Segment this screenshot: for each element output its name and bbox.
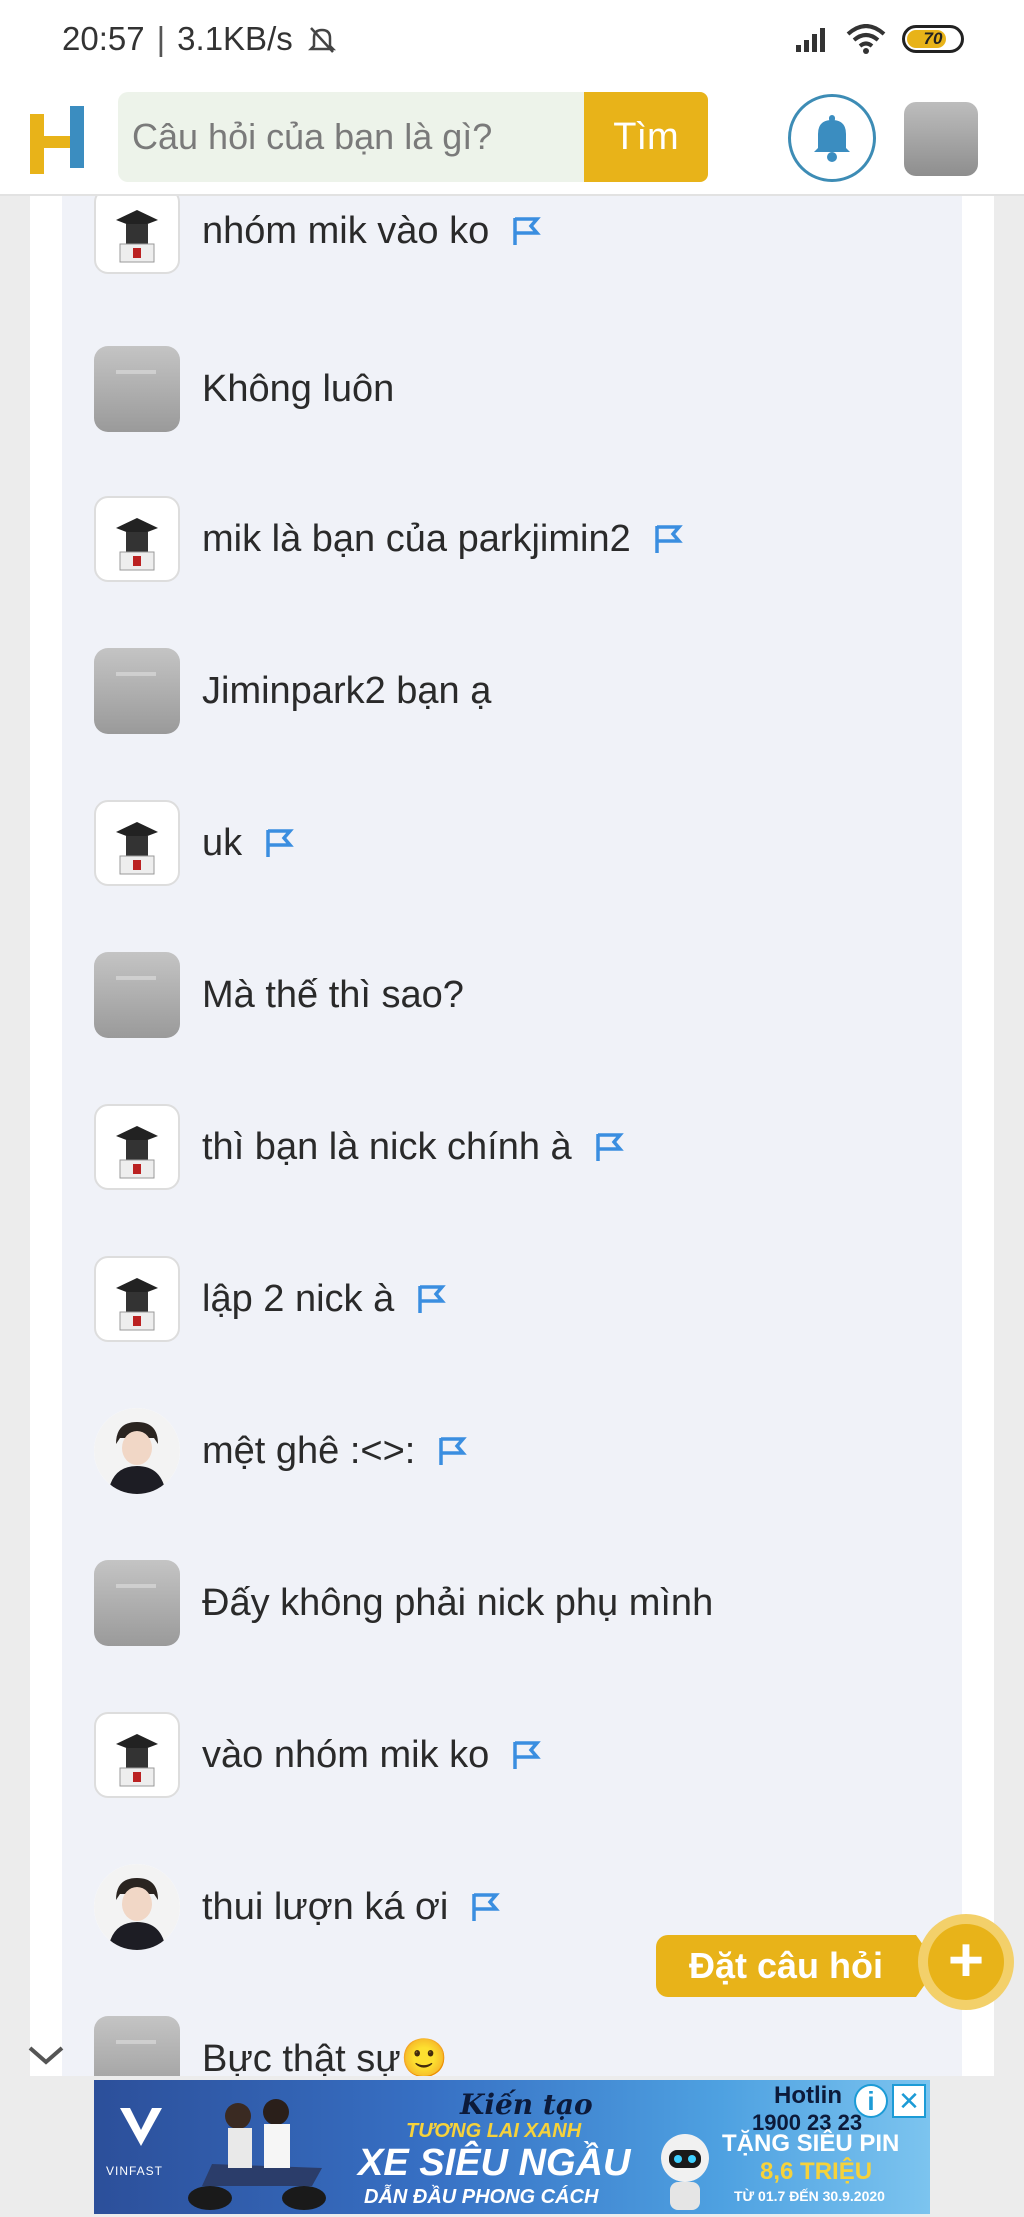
report-flag-icon[interactable]	[653, 523, 683, 555]
report-flag-icon[interactable]	[511, 215, 542, 247]
ad-banner[interactable]: VINFAST Kiến tạo TƯƠNG LAI XANH XE SIÊU …	[94, 2080, 930, 2214]
comment-text: thì bạn là nick chính à	[202, 1125, 572, 1168]
ad-brand: VINFAST	[106, 2164, 164, 2178]
status-left: 20:57 | 3.1KB/s	[62, 20, 338, 58]
avatar-drawing-icon	[116, 1278, 158, 1331]
comment-item: Đấy không phải nick phụ mình	[94, 1560, 713, 1646]
avatar-photo-icon	[94, 1864, 180, 1950]
avatar[interactable]	[94, 2016, 180, 2076]
status-separator: |	[156, 20, 166, 57]
comment-text: nhóm mik vào ko	[202, 209, 490, 252]
search-button[interactable]: Tìm	[584, 92, 708, 182]
battery-level: 70	[923, 29, 943, 48]
report-flag-icon[interactable]	[511, 1739, 542, 1771]
vinfast-logo-icon	[120, 2108, 162, 2146]
status-network-speed: 3.1KB/s	[177, 20, 293, 57]
comment-text: mệt ghê :<>:	[202, 1429, 416, 1472]
comment-item: nhóm mik vào ko	[94, 196, 542, 274]
report-flag-icon[interactable]	[264, 827, 294, 859]
avatar-drawing-icon	[116, 1126, 158, 1179]
comment-text: mik là bạn của parkjimin2	[202, 517, 631, 560]
avatar-drawing-icon	[116, 1734, 158, 1787]
avatar[interactable]	[94, 1864, 180, 1950]
search-input[interactable]: Câu hỏi của bạn là gì?	[118, 92, 584, 182]
robot-mascot-icon	[661, 2134, 709, 2210]
avatar[interactable]	[94, 1408, 180, 1494]
avatar[interactable]	[94, 800, 180, 886]
ad-controls: i ✕	[854, 2084, 926, 2118]
ad-headline: XE SIÊU NGẦU	[358, 2142, 631, 2184]
comment-text: Đấy không phải nick phụ mình	[202, 1581, 714, 1624]
comment-text: uk	[202, 821, 243, 864]
comment-item: thui lượn ká ơi	[94, 1864, 501, 1950]
comment-item: Bực thật sự🙂	[94, 2016, 448, 2076]
wifi-icon	[846, 24, 886, 54]
comment-item: vào nhóm mik ko	[94, 1712, 542, 1798]
comment-text: Jiminpark2 bạn ạ	[202, 669, 492, 712]
comment-item: Jiminpark2 bạn ạ	[94, 648, 491, 734]
notifications-button[interactable]	[788, 94, 876, 182]
comment-text: Không luôn	[202, 367, 395, 410]
ask-question-button[interactable]: +	[918, 1914, 1014, 2010]
chevron-down-icon[interactable]	[24, 2040, 68, 2070]
avatar[interactable]	[94, 1560, 180, 1646]
avatar-drawing-icon	[116, 210, 158, 263]
report-flag-icon[interactable]	[437, 1435, 468, 1467]
comment-item: thì bạn là nick chính à	[94, 1104, 624, 1190]
ad-close-icon[interactable]: ✕	[892, 2084, 926, 2118]
notification-muted-icon	[307, 27, 336, 53]
comment-item: lập 2 nick à	[94, 1256, 447, 1342]
scooter-riders-icon	[188, 2099, 326, 2210]
battery-icon: 70	[902, 25, 964, 53]
ad-subtitle: TƯƠNG LAI XANH	[406, 2120, 582, 2142]
avatar[interactable]	[94, 952, 180, 1038]
avatar[interactable]	[94, 648, 180, 734]
avatar[interactable]	[94, 1712, 180, 1798]
comment-item: mệt ghê :<>:	[94, 1408, 468, 1494]
app-header: Câu hỏi của bạn là gì? Tìm	[0, 86, 1024, 196]
ad-hotline-label: Hotlin	[774, 2082, 842, 2109]
user-avatar[interactable]	[904, 102, 978, 176]
comment-item: uk	[94, 800, 294, 886]
comment-thread: nhóm mik vào ko Không luôn mik là bạn củ…	[62, 196, 962, 2076]
avatar[interactable]	[94, 1104, 180, 1190]
comment-text: lập 2 nick à	[202, 1277, 395, 1320]
status-time: 20:57	[62, 20, 145, 57]
comment-item: Không luôn	[94, 346, 394, 432]
status-bar: 20:57 | 3.1KB/s 70	[0, 0, 1024, 86]
avatar[interactable]	[94, 496, 180, 582]
avatar-drawing-icon	[116, 518, 158, 571]
report-flag-icon[interactable]	[594, 1131, 624, 1163]
ad-promo-line1: TẶNG SIÊU PIN	[722, 2130, 900, 2157]
avatar-drawing-icon	[116, 822, 158, 875]
bell-icon	[814, 115, 850, 162]
comment-item: mik là bạn của parkjimin2	[94, 496, 683, 582]
ad-script-text: Kiến tạo	[460, 2088, 593, 2121]
avatar-photo-icon	[94, 1408, 180, 1494]
report-flag-icon[interactable]	[416, 1283, 447, 1315]
report-flag-icon[interactable]	[470, 1891, 501, 1923]
avatar[interactable]	[94, 346, 180, 432]
ad-tagline: DẪN ĐẦU PHONG CÁCH	[364, 2186, 599, 2208]
ad-info-icon[interactable]: i	[854, 2084, 888, 2118]
ask-question-label[interactable]: Đặt câu hỏi	[656, 1935, 916, 1997]
ad-promo-line2: 8,6 TRIỆU	[760, 2158, 873, 2185]
comment-text: vào nhóm mik ko	[202, 1733, 490, 1776]
avatar[interactable]	[94, 196, 180, 274]
ad-date-range: TỪ 01.7 ĐẾN 30.9.2020	[734, 2188, 885, 2204]
comment-text: thui lượn ká ơi	[202, 1885, 449, 1928]
hoc24-logo[interactable]	[30, 106, 90, 176]
status-right: 70	[794, 24, 964, 54]
comment-text: Mà thế thì sao?	[202, 973, 464, 1016]
avatar[interactable]	[94, 1256, 180, 1342]
plus-icon: +	[928, 1924, 1004, 2000]
comment-text: Bực thật sự🙂	[202, 2038, 449, 2076]
comment-item: Mà thế thì sao?	[94, 952, 464, 1038]
signal-icon	[796, 28, 825, 52]
